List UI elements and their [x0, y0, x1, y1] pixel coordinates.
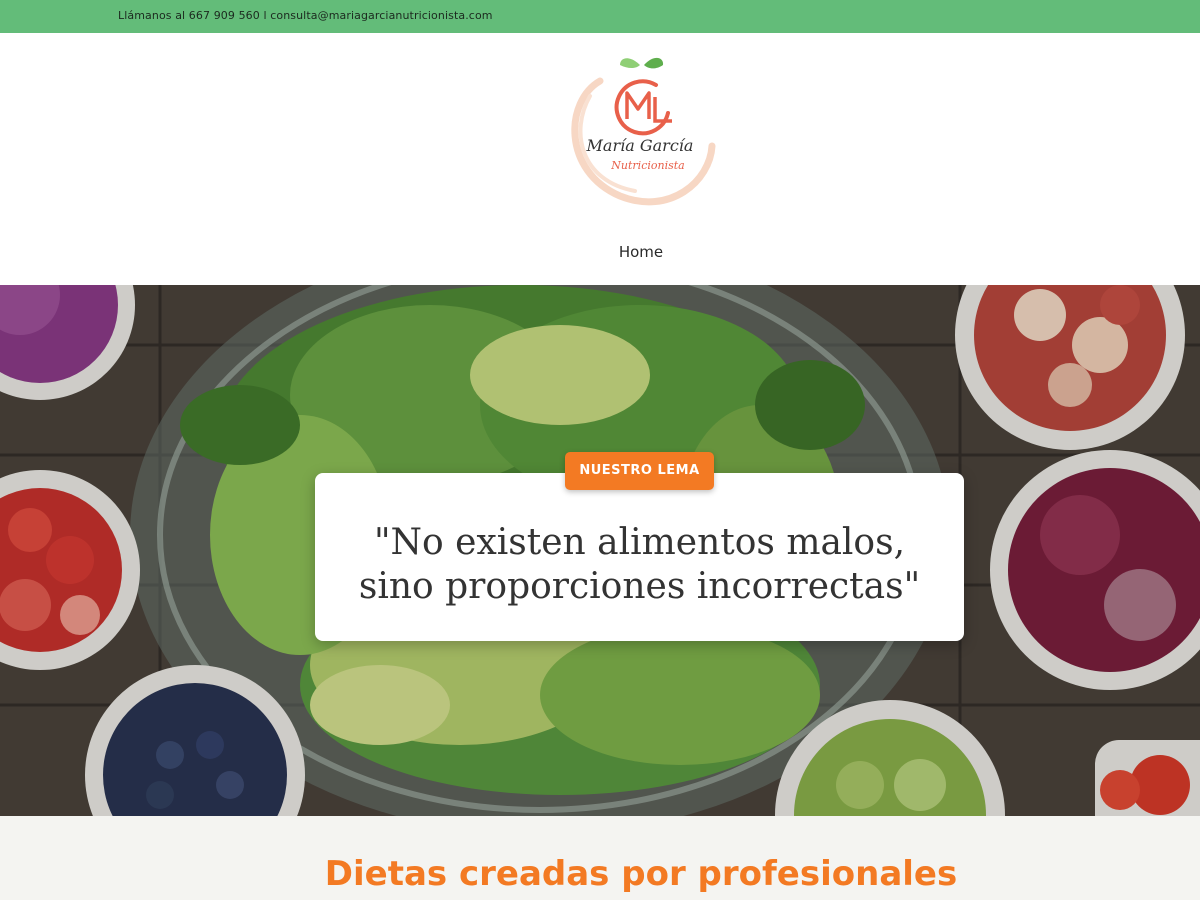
logo-brand-name: María García [586, 136, 694, 155]
motto-quote: "No existen alimentos malos, sino propor… [315, 521, 964, 609]
nav-item-home[interactable]: Home [0, 243, 1200, 261]
motto-card: "No existen alimentos malos, sino propor… [315, 473, 964, 641]
site-header: María García Nutricionista Home [0, 33, 1200, 285]
motto-quote-line-2: sino proporciones incorrectas" [358, 566, 921, 607]
section-title: Dietas creadas por profesionales [324, 854, 958, 894]
logo-tagline: Nutricionista [610, 159, 684, 172]
diets-section: Dietas creadas por profesionales [0, 816, 1200, 900]
hero-banner: "No existen alimentos malos, sino propor… [0, 285, 1200, 816]
top-contact-bar: Llámanos al 667 909 560 l consulta@maria… [0, 0, 1200, 33]
contact-info: Llámanos al 667 909 560 l consulta@maria… [118, 9, 493, 22]
brand-logo[interactable]: María García Nutricionista [560, 51, 720, 207]
motto-quote-line-1: "No existen alimentos malos, [373, 522, 906, 563]
motto-badge: NUESTRO LEMA [565, 452, 714, 490]
